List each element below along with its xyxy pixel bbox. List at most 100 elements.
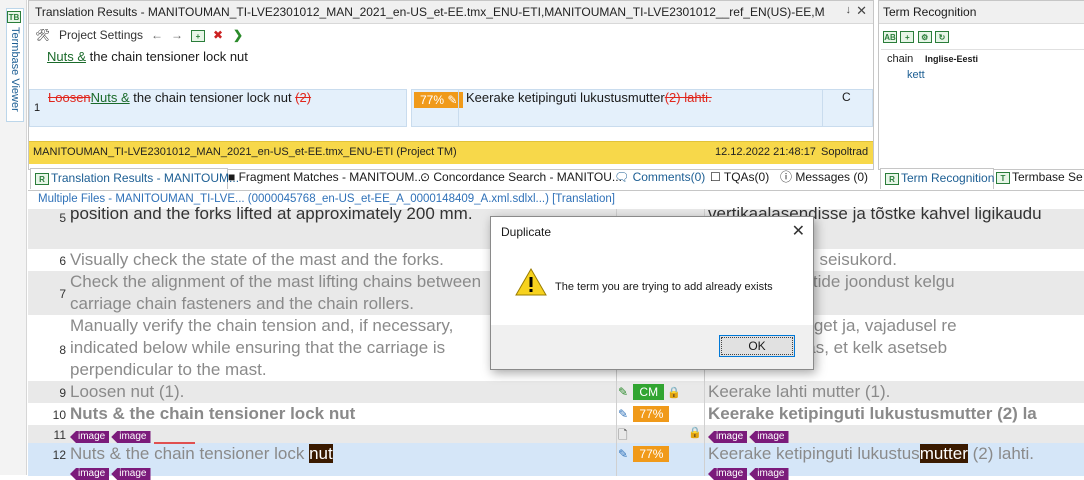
src-part: Nuts & the — [70, 444, 155, 463]
term-toolbar: AB + ⚙ ↻ — [883, 29, 950, 43]
tab-concordance-search[interactable]: ⊙ Concordance Search - MANITOU... — [420, 168, 622, 188]
term-refresh-icon[interactable]: ↻ — [935, 31, 950, 43]
match-src-deleted-end: (2) — [295, 90, 312, 105]
add-term-icon[interactable]: + — [191, 28, 205, 42]
src-term-highlight: chain — [154, 442, 195, 463]
previous-icon[interactable]: ← — [151, 28, 163, 42]
project-settings-icon[interactable]: 🛠 — [35, 28, 50, 42]
match-divider-2 — [822, 90, 825, 126]
table-row-selected[interactable]: 12 Nuts & the chain tensioner lock nut ✎… — [28, 442, 1084, 480]
image-tag[interactable]: image — [749, 468, 789, 480]
status-date: 12.12.2022 21:48:17 — [715, 146, 816, 158]
table-row[interactable]: 11 image image 🗋 🔒 image image — [28, 425, 1084, 443]
lock-icon: 🔒 — [667, 387, 682, 399]
translation-results-title: Translation Results - MANITOUMAN_TI-LVE2… — [35, 5, 825, 19]
edit-icon: ✎ — [618, 385, 629, 399]
match-src-deleted: Loosen — [48, 90, 91, 105]
tab-term-recognition[interactable]: R Term Recognition — [880, 168, 994, 189]
project-settings-button[interactable]: Project Settings — [59, 28, 143, 42]
segment-source: Nuts & the chain tensioner lock nut — [70, 404, 356, 423]
segment-number: 7 — [59, 287, 66, 301]
tab-termbase-search[interactable]: T Termbase Se — [996, 168, 1083, 188]
match-score-badge: 77% ✎ — [414, 92, 464, 108]
translation-results-toolbar: 🛠 Project Settings ← → + ✖ ❯ — [29, 25, 873, 47]
match-source-cell: 1 LoosenNuts & the chain tensioner lock … — [29, 89, 407, 127]
expand-icon[interactable]: ❯ — [233, 28, 243, 42]
segment-number: 11 — [53, 428, 66, 442]
tgt-part: Keerake ketipinguti lukustus — [708, 444, 920, 463]
dialog-title: Duplicate — [501, 225, 552, 239]
image-tag[interactable]: image — [70, 431, 110, 443]
delete-icon[interactable]: ✖ — [213, 28, 223, 42]
termbase-viewer-icon: TB — [7, 11, 21, 23]
segment-number: 12 — [52, 448, 66, 462]
term-list: chain Inglise-Eesti kett — [881, 49, 1084, 170]
segment-number: 8 — [59, 343, 66, 357]
termbase-viewer-label: Termbase Viewer — [9, 27, 21, 112]
tab-comments[interactable]: 🗨 Comments(0) — [614, 168, 705, 188]
match-src-inserted: Nuts & — [90, 90, 130, 105]
segment-number: 10 — [52, 408, 66, 422]
target-tags: image image — [708, 465, 791, 480]
segment-number: 9 — [59, 386, 66, 400]
segment-number: 5 — [59, 211, 66, 225]
term-add-icon[interactable]: + — [900, 31, 915, 43]
image-tag[interactable]: image — [749, 431, 789, 443]
lock-icon: 🔒 — [688, 427, 702, 439]
term-settings-icon[interactable]: ⚙ — [917, 31, 932, 43]
segment-target: Keerake ketipinguti lukustusmutter (2) l… — [708, 404, 1037, 423]
tab-translation-results[interactable]: R Translation Results - MANITOUM... — [30, 168, 239, 189]
ok-button[interactable]: OK — [719, 335, 795, 357]
match-tgt-deleted: (2) lahti. — [664, 90, 712, 105]
image-tag[interactable]: image — [111, 468, 151, 480]
src-selection: nut — [309, 444, 333, 463]
term-recognition-panel: Term Recognition AB + ⚙ ↻ chain Inglise-… — [878, 0, 1084, 170]
close-icon[interactable]: ✕ — [792, 221, 805, 241]
term-view-icon[interactable]: AB — [883, 31, 897, 43]
tab-fragment-matches[interactable]: ■ Fragment Matches - MANITOUM... — [228, 168, 424, 188]
pin-icon[interactable]: ↓ — [846, 4, 852, 16]
target-tags: image image — [708, 428, 791, 443]
tab-messages[interactable]: ⓘ Messages (0) — [780, 168, 868, 188]
match-src-text: the chain tensioner lock nut — [129, 90, 296, 105]
source-segment-line: Nuts & the chain tensioner lock nut — [47, 49, 248, 64]
dialog-message: The term you are trying to add already e… — [555, 281, 773, 293]
match-row[interactable]: 1 LoosenNuts & the chain tensioner lock … — [29, 89, 873, 127]
cm-badge: CM — [633, 384, 665, 400]
image-tag[interactable]: image — [70, 468, 110, 480]
edit-icon: ✎ — [618, 407, 629, 421]
match-index: 1 — [34, 102, 41, 114]
termbase-viewer-strip: TB Termbase Viewer — [0, 0, 27, 475]
status-user: Sopoltrad — [821, 146, 869, 158]
tab-tqas[interactable]: ☐ TQAs(0) — [710, 168, 769, 188]
image-tag[interactable]: image — [708, 468, 748, 480]
term-translation[interactable]: kett — [907, 69, 925, 81]
table-row[interactable]: 10 Nuts & the chain tensioner lock nut ✎… — [28, 403, 1084, 425]
source-text: the chain tensioner lock nut — [86, 49, 248, 64]
term-recognition-title: Term Recognition — [883, 5, 977, 19]
table-row[interactable]: 9 Loosen nut (1). ✎ CM 🔒 Keerake lahti m… — [28, 381, 1084, 403]
segment-target: Keerake lahti mutter (1). — [708, 382, 891, 401]
dialog-body: The term you are trying to add already e… — [491, 245, 813, 325]
src-part: tensioner lock — [194, 444, 310, 463]
match-col-c: C — [842, 90, 851, 104]
translation-results-panel: Translation Results - MANITOUMAN_TI-LVE2… — [28, 0, 874, 170]
image-tag[interactable]: image — [111, 431, 151, 443]
source-tag: Nuts & — [47, 49, 87, 64]
source-tags: image image — [70, 428, 153, 443]
fuzzy-badge: 77% — [633, 446, 670, 462]
fuzzy-badge: 77% — [633, 406, 670, 422]
term-source[interactable]: chain — [887, 53, 913, 65]
document-icon: 🗋 — [618, 428, 628, 442]
image-tag[interactable]: image — [708, 431, 748, 443]
termbase-viewer-tab[interactable]: TB Termbase Viewer — [6, 8, 24, 122]
translation-results-status-bar: MANITOUMAN_TI-LVE2301012_MAN_2021_en-US_… — [29, 141, 873, 164]
dialog-titlebar: Duplicate ✕ — [491, 217, 813, 245]
close-icon[interactable]: ✕ — [856, 3, 867, 19]
term-lang: Inglise-Eesti — [925, 54, 979, 64]
match-divider — [458, 90, 461, 126]
segment-number: 6 — [59, 254, 66, 268]
next-icon[interactable]: → — [171, 28, 183, 42]
edit-icon: ✎ — [618, 447, 629, 461]
match-tgt-text: Keerake ketipinguti lukustusmutter — [466, 90, 665, 105]
